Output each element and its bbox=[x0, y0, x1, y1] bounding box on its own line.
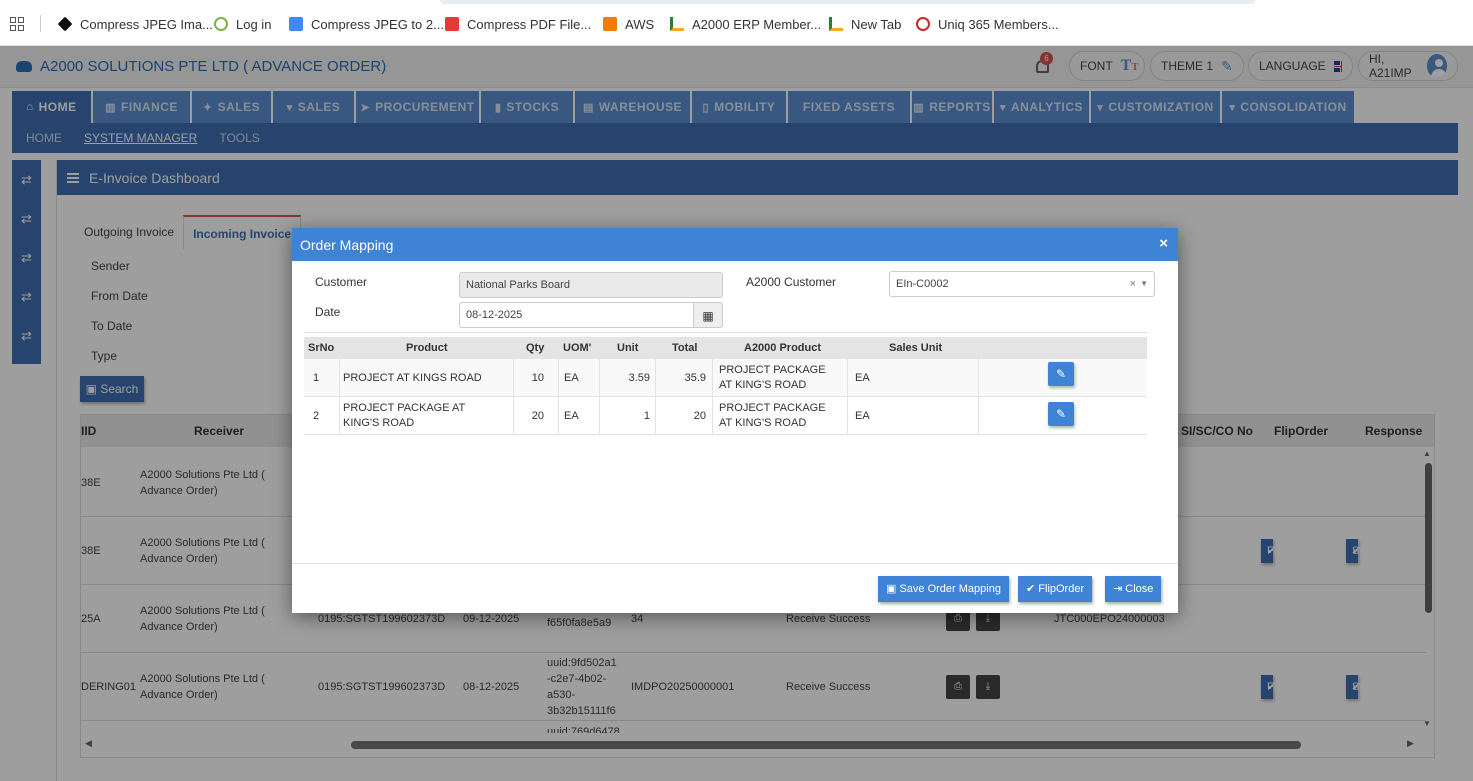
calendar-icon[interactable]: ▦ bbox=[693, 302, 723, 328]
close-label: Close bbox=[1125, 583, 1154, 595]
mapping-col-header: UOM' bbox=[563, 342, 592, 354]
mapping-row: 2 PROJECT PACKAGE AT KING'S ROAD 20 EA 1 20 PR… bbox=[304, 397, 1147, 435]
pdf-icon bbox=[445, 17, 459, 31]
order-mapping-modal: Order Mapping × Customer National Parks … bbox=[292, 228, 1178, 613]
a2000-customer-select[interactable]: EIn-C0002 × ▼ bbox=[889, 271, 1155, 297]
fliporder-label: FlipOrder bbox=[1038, 583, 1085, 595]
mapping-cell-unit: 3.59 bbox=[628, 372, 650, 384]
apps-grid-icon[interactable] bbox=[10, 17, 24, 31]
close-button[interactable]: ⇥ Close bbox=[1105, 576, 1162, 602]
bookmark-item[interactable]: AWS bbox=[603, 15, 654, 33]
column-divider bbox=[339, 359, 340, 396]
cube-icon bbox=[603, 17, 617, 31]
a2000-icon bbox=[829, 17, 843, 31]
column-divider bbox=[847, 359, 848, 396]
mapping-cell-srno: 1 bbox=[313, 372, 320, 384]
check-circle-icon bbox=[214, 17, 228, 31]
column-divider bbox=[978, 397, 979, 434]
bookmark-item[interactable]: Uniq 365 Members... bbox=[916, 15, 1059, 33]
a2000-icon bbox=[670, 17, 684, 31]
mapping-col-header: Unit bbox=[617, 342, 639, 354]
mapping-cell-srno: 2 bbox=[313, 410, 320, 422]
bookmark-label: Log in bbox=[236, 16, 272, 32]
a2000-customer-value: EIn-C0002 bbox=[896, 278, 949, 290]
mapping-table-header: SrNo Product Qty UOM' Unit Total A2000 Product… bbox=[304, 337, 1147, 359]
mapping-col-header: Product bbox=[406, 342, 448, 354]
diamond-icon bbox=[57, 16, 73, 32]
date-label: Date bbox=[315, 305, 341, 319]
column-divider bbox=[558, 359, 559, 396]
mapping-cell-sales-unit: EA bbox=[855, 372, 870, 384]
mapping-table: SrNo Product Qty UOM' Unit Total A2000 Product… bbox=[304, 332, 1147, 435]
mapping-col-header: SrNo bbox=[308, 342, 335, 354]
chevron-down-icon[interactable]: ▼ bbox=[1140, 272, 1148, 296]
modal-title: Order Mapping bbox=[300, 236, 394, 253]
save-order-mapping-button[interactable]: ▣ Save Order Mapping bbox=[878, 576, 1009, 602]
customer-field[interactable]: National Parks Board bbox=[459, 272, 723, 298]
bookmark-label: Compress PDF File... bbox=[467, 16, 592, 32]
doc-icon bbox=[289, 17, 303, 31]
sign-out-icon: ⇥ bbox=[1113, 583, 1126, 595]
edit-icon[interactable]: ✎ bbox=[1048, 362, 1074, 386]
column-divider bbox=[339, 397, 340, 434]
mapping-col-header: A2000 Product bbox=[744, 342, 822, 354]
bookmark-item[interactable]: Compress PDF File... bbox=[445, 15, 591, 33]
fliporder-button[interactable]: ✔ FlipOrder bbox=[1018, 576, 1093, 602]
column-divider bbox=[978, 359, 979, 396]
mapping-cell-product: PROJECT PACKAGE AT KING'S ROAD bbox=[343, 402, 466, 429]
clear-icon[interactable]: × bbox=[1130, 272, 1136, 296]
mapping-cell-product: PROJECT AT KINGS ROAD bbox=[343, 372, 482, 384]
mapping-cell-uom: EA bbox=[564, 372, 579, 384]
bookmark-item[interactable]: Log in bbox=[214, 15, 271, 33]
mapping-col-header: Qty bbox=[526, 342, 545, 354]
column-divider bbox=[712, 359, 713, 396]
customer-label: Customer bbox=[315, 275, 368, 289]
column-divider bbox=[712, 397, 713, 434]
mapping-cell-qty: 20 bbox=[531, 410, 544, 422]
mapping-cell-a2000-product: PROJECT PACKAGE AT KING'S ROAD bbox=[719, 364, 826, 391]
mapping-cell-sales-unit: EA bbox=[855, 410, 870, 422]
bookmark-label: Compress JPEG to 2... bbox=[311, 16, 444, 32]
column-divider bbox=[558, 397, 559, 434]
mapping-col-header: Sales Unit bbox=[889, 342, 943, 354]
mapping-col-header: Total bbox=[672, 342, 698, 354]
bookmark-label: Uniq 365 Members... bbox=[938, 16, 1059, 32]
date-field[interactable]: 08-12-2025 bbox=[459, 302, 695, 328]
bookmark-item[interactable]: Compress JPEG to 2... bbox=[289, 15, 444, 33]
bookmark-label: AWS bbox=[625, 16, 655, 32]
modal-footer: ▣ Save Order Mapping ✔ FlipOrder ⇥ Close bbox=[292, 563, 1178, 613]
bookmark-item[interactable]: New Tab bbox=[829, 15, 901, 33]
check-icon: ✔ bbox=[1026, 583, 1039, 595]
modal-header: Order Mapping × bbox=[292, 228, 1178, 261]
mapping-cell-total: 20 bbox=[693, 410, 706, 422]
edit-icon[interactable]: ✎ bbox=[1048, 402, 1074, 426]
mapping-cell-qty: 10 bbox=[531, 372, 544, 384]
mapping-cell-unit: 1 bbox=[643, 410, 650, 422]
mapping-cell-a2000-product: PROJECT PACKAGE AT KING'S ROAD bbox=[719, 402, 826, 429]
bookmark-item[interactable]: Compress JPEG Ima... bbox=[57, 15, 213, 33]
uniq-icon bbox=[916, 17, 930, 31]
mapping-cell-uom: EA bbox=[564, 410, 579, 422]
bookmark-label: New Tab bbox=[851, 16, 902, 32]
bookmark-label: Compress JPEG Ima... bbox=[80, 16, 213, 32]
bookmarks-bar: Compress JPEG Ima... Log in Compress JPEG … bbox=[0, 0, 1473, 46]
a2000-customer-label: A2000 Customer bbox=[746, 275, 837, 289]
mapping-row: 1 PROJECT AT KINGS ROAD 10 EA 3.59 35.9 PROJEC… bbox=[304, 359, 1147, 397]
mapping-cell-total: 35.9 bbox=[684, 372, 706, 384]
save-icon: ▣ bbox=[886, 583, 900, 595]
close-icon[interactable]: × bbox=[1159, 235, 1168, 252]
bookmark-item[interactable]: A2000 ERP Member... bbox=[670, 15, 821, 33]
bookmarks-divider bbox=[40, 15, 41, 32]
column-divider bbox=[847, 397, 848, 434]
bookmark-label: A2000 ERP Member... bbox=[692, 16, 822, 32]
tab-strip-edge bbox=[440, 0, 1255, 4]
save-order-mapping-label: Save Order Mapping bbox=[899, 583, 1001, 595]
